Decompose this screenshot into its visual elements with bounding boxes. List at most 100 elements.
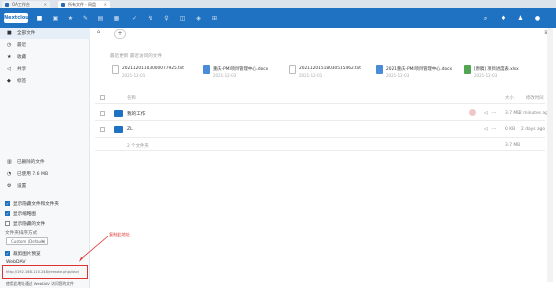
bell-icon[interactable]: ♦ [499, 14, 508, 23]
checkbox-label: 裁剪图片预览 [13, 252, 41, 257]
sidebar-item-label: 已使用 7.6 MB [17, 172, 49, 177]
checkbox-show-hidden-folders[interactable]: ✓ [5, 201, 10, 206]
checkbox-crop-preview[interactable]: ✓ [5, 251, 10, 256]
more-actions-icon[interactable]: ··· [492, 111, 496, 116]
row-checkbox[interactable] [100, 111, 105, 116]
close-icon[interactable]: ✕ [104, 1, 107, 8]
sort-label: 文件夹排序方式 [5, 231, 38, 236]
share-icon[interactable]: ◁ [484, 111, 487, 116]
recent-file-date: 2021-12-01 [299, 73, 323, 78]
recent-file-date: 2021-12-01 [122, 73, 146, 78]
sidebar-item-deleted[interactable]: ▥ 已删除的文件 [0, 157, 90, 168]
recent-file-date: 2021-12-03 [474, 73, 498, 78]
shield-icon[interactable]: ◈ [194, 14, 203, 23]
folder-icon [114, 126, 123, 133]
image-icon[interactable]: ▣ [51, 14, 60, 23]
tag-icon: ◆ [7, 78, 11, 84]
app-logo[interactable]: Nextcloud [4, 13, 32, 23]
sidebar-item-tags[interactable]: ◆ 标签 [0, 76, 90, 87]
avatar-icon[interactable]: ● [533, 14, 542, 23]
add-button[interactable]: + [114, 29, 126, 39]
text-file-icon [289, 65, 296, 74]
file-name[interactable]: 我的工作 [127, 111, 145, 117]
recent-file-card[interactable]: 20211201103000077925.txt 2021-12-01 [112, 64, 197, 86]
sidebar-item-label: 标签 [17, 79, 27, 84]
sidebar-item-recent[interactable]: ◷ 最近 [0, 40, 90, 51]
sort-select-value: Custom (Default) [11, 239, 46, 244]
checkbox-label: 显示隐藏的文件 [13, 222, 46, 227]
sidebar-item-label: 共享 [17, 67, 27, 72]
app-header: Nextcloud ■ ▣ ★ ✎ ▤ ▦ ✓ ↯ ♀ ◫ ◈ ⊞ ⌕ ♦ ♟ … [0, 8, 556, 28]
webdav-url-input[interactable]: http://192.168.110.248/remote.php/dav/ [6, 269, 86, 276]
spreadsheet-file-icon [464, 65, 471, 74]
sort-select[interactable]: Custom (Default) ▾ [6, 237, 48, 245]
file-size: 3.7 MB [505, 111, 521, 116]
star-icon[interactable]: ★ [66, 14, 75, 23]
calendar-icon[interactable]: ▦ [112, 14, 121, 23]
recent-file-card[interactable]: 2021重庆-PMI项目管理中心.docx 2021-12-03 [376, 64, 461, 86]
pencil-icon[interactable]: ✎ [81, 14, 90, 23]
folder-count-summary: 2 个文件夹 [127, 144, 149, 149]
chevron-down-icon: ▾ [41, 239, 44, 244]
recent-file-name: 20211201518030515462.txt [299, 66, 361, 71]
clock-icon: ◷ [7, 42, 12, 48]
notes-icon[interactable]: ♀ [162, 14, 171, 23]
select-all-checkbox[interactable] [100, 95, 105, 100]
file-modified: 2 minutes ago [519, 111, 551, 116]
column-header-name[interactable]: 名称 [127, 95, 136, 101]
checkbox-label: 显示缩略图 [13, 212, 36, 217]
file-modified: 2 days ago [521, 127, 546, 132]
divider [95, 137, 545, 138]
file-size: 0 KB [505, 127, 516, 132]
recent-file-date: 2021-12-03 [386, 73, 410, 78]
browser-tab-oa[interactable]: OA工作台 ✕ [2, 1, 50, 8]
sidebar: ■ 全部文件 ◷ 最近 ★ 收藏 ◁ 共享 ◆ 标签 ▥ 已删除的文件 ◔ 已使… [0, 28, 90, 288]
divider [95, 150, 545, 151]
sidebar-item-all-files[interactable]: ■ 全部文件 [0, 28, 90, 39]
text-file-icon [112, 65, 119, 74]
sidebar-item-label: 收藏 [17, 55, 27, 60]
contacts-icon[interactable]: ▤ [96, 14, 105, 23]
star-icon: ★ [7, 54, 12, 60]
share-icon[interactable]: ◁ [484, 127, 487, 132]
share-icon: ◁ [7, 66, 11, 72]
sidebar-item-shares[interactable]: ◁ 共享 [0, 64, 90, 75]
more-actions-icon[interactable]: ··· [492, 127, 496, 132]
recent-section-title: 最近更新 最近访问的文件 [110, 54, 162, 59]
total-size-summary: 3.7 MB [505, 143, 521, 148]
trash-icon: ▥ [7, 159, 12, 165]
column-header-size[interactable]: 大小 [505, 95, 514, 101]
avatar [469, 109, 476, 116]
recent-file-card[interactable]: 重庆-PMI项目管理中心.docx 2021-12-03 [203, 64, 288, 86]
chart-icon[interactable]: ↯ [146, 14, 155, 23]
document-file-icon [203, 65, 210, 74]
recent-file-card[interactable]: [原稿] 项目进度表.xlsx 2021-12-03 [464, 64, 549, 86]
sidebar-item-label: 已删除的文件 [17, 160, 45, 165]
close-icon[interactable]: ✕ [44, 1, 47, 8]
contacts-menu-icon[interactable]: ♟ [516, 14, 525, 23]
apps-icon[interactable]: ⊞ [210, 14, 219, 23]
document-file-icon [376, 65, 383, 74]
recent-file-name: 重庆-PMI项目管理中心.docx [213, 67, 269, 72]
divider [95, 103, 545, 104]
checkbox-show-hidden-files[interactable] [5, 221, 10, 226]
sidebar-item-quota: ◔ 已使用 7.6 MB [0, 169, 90, 180]
browser-tab-files[interactable]: 所有文件 - 网盘 ✕ [58, 1, 110, 8]
row-checkbox[interactable] [100, 127, 105, 132]
recent-file-card[interactable]: 20211201518030515462.txt 2021-12-01 [289, 64, 374, 86]
tab-favicon-icon [61, 2, 65, 7]
sidebar-item-settings[interactable]: ⚙ 设置 [0, 181, 90, 192]
checkbox-show-thumbnails[interactable]: ✓ [5, 211, 10, 216]
check-icon[interactable]: ✓ [130, 14, 139, 23]
recent-file-name: 2021重庆-PMI项目管理中心.docx [386, 67, 453, 72]
home-icon[interactable]: ⌂ [97, 29, 100, 35]
folder-icon: ■ [7, 30, 12, 36]
column-header-modified[interactable]: 修改时间 [526, 95, 544, 101]
folder-icon[interactable]: ■ [35, 14, 44, 23]
sidebar-item-favorites[interactable]: ★ 收藏 [0, 52, 90, 63]
recent-file-date: 2021-12-03 [213, 73, 237, 78]
grid-icon[interactable]: ◫ [178, 14, 187, 23]
search-icon[interactable]: ⌕ [481, 14, 490, 23]
file-name[interactable]: ZL [127, 127, 133, 132]
vertical-scrollbar[interactable] [547, 28, 553, 282]
